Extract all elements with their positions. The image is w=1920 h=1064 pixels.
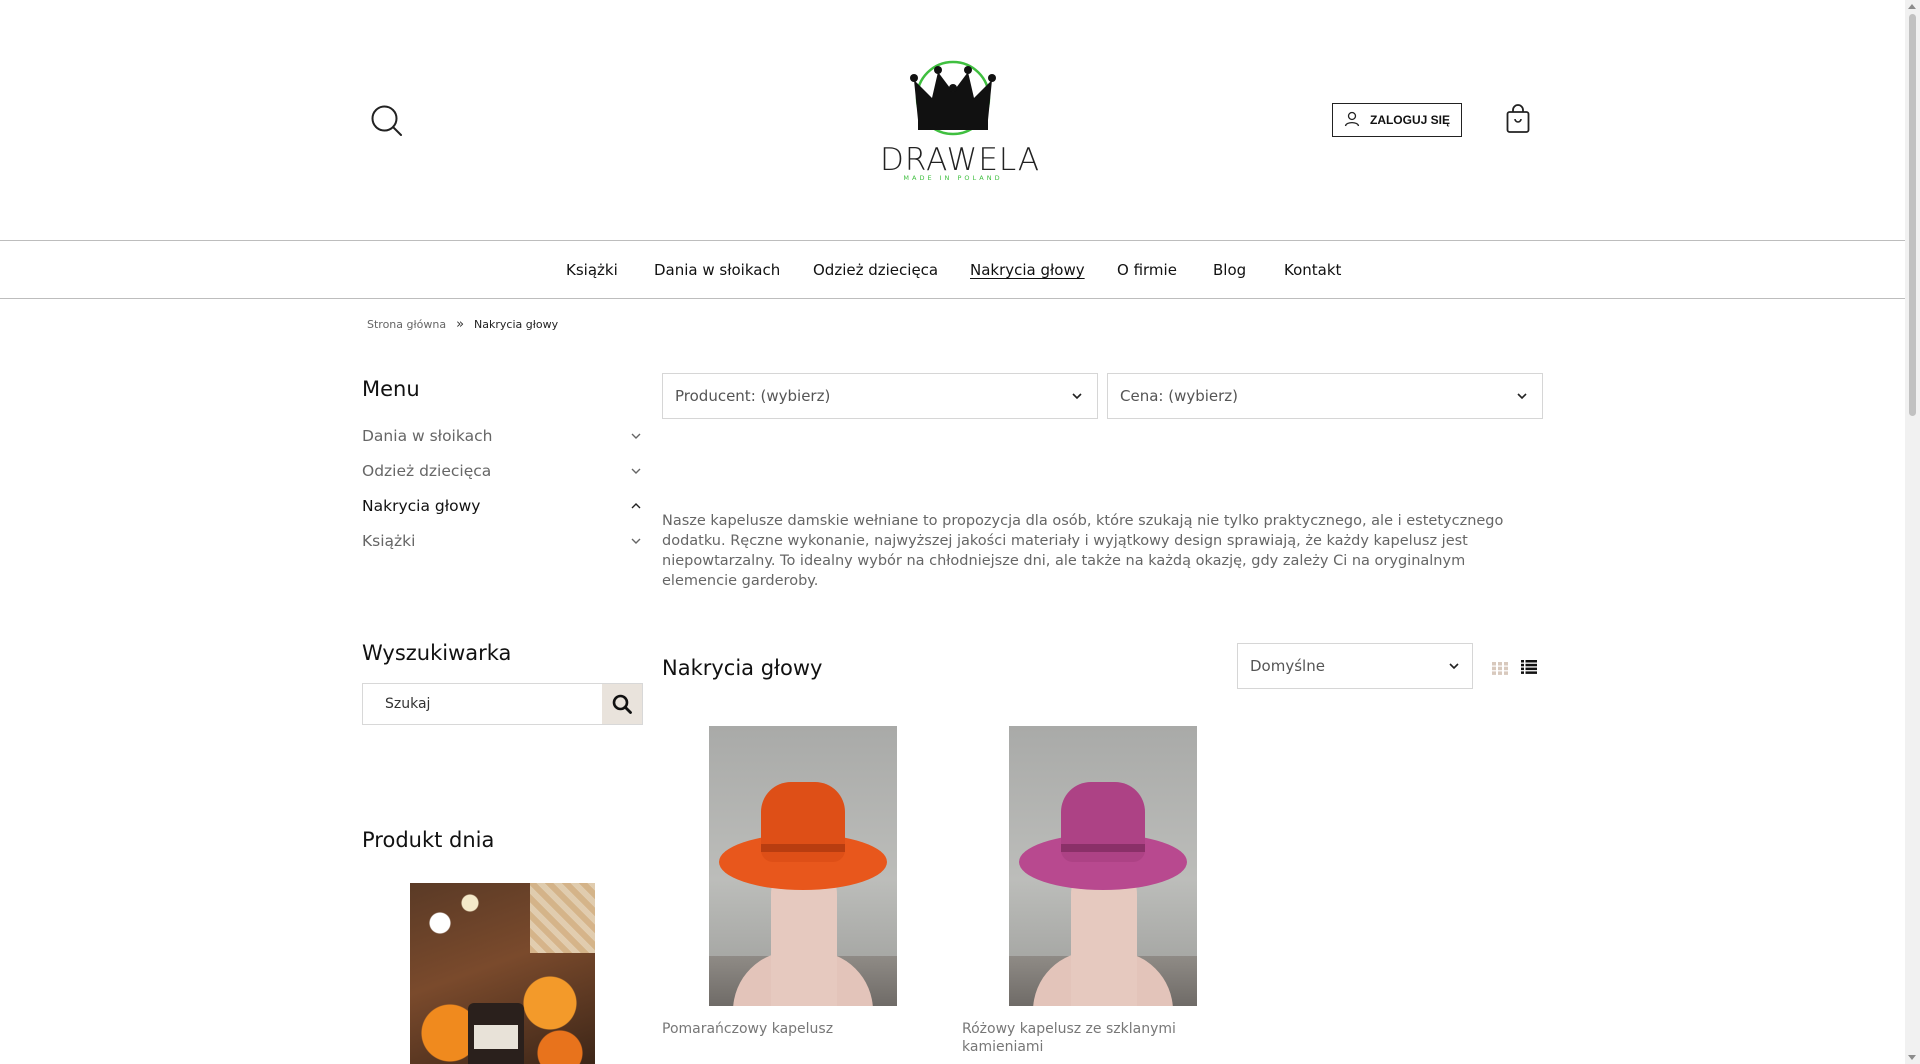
product-of-day-title: Produkt dnia <box>362 828 495 852</box>
logo-text: DRAWELA <box>880 142 1041 178</box>
listing-title: Nakrycia głowy <box>662 656 823 680</box>
sidebar-item-label: Książki <box>362 532 416 550</box>
chevron-up-icon[interactable] <box>630 500 642 512</box>
nav-item-kontakt[interactable]: Kontakt <box>1284 261 1341 279</box>
sidebar-item-label: Odzież dziecięca <box>362 462 492 480</box>
search-icon[interactable] <box>370 104 404 138</box>
producer-filter-select[interactable]: Producent: (wybierz) <box>662 373 1098 419</box>
nav-item-ksiazki[interactable]: Książki <box>566 261 618 279</box>
sidebar-search-title: Wyszukiwarka <box>362 641 512 665</box>
user-icon <box>1344 111 1360 130</box>
product-name[interactable]: Pomarańczowy kapelusz <box>662 1020 902 1038</box>
sidebar-item-odziez[interactable]: Odzież dziecięca <box>362 456 642 486</box>
logo-subtitle: MADE IN POLAND <box>903 174 1003 182</box>
main-nav: Książki Dania w słoikach Odzież dziecięc… <box>0 240 1905 299</box>
nav-item-dania[interactable]: Dania w słoikach <box>654 261 780 279</box>
breadcrumb-current: Nakrycia głowy <box>474 318 559 331</box>
scroll-down-arrow-icon[interactable] <box>1908 1055 1916 1060</box>
hat-band <box>1061 844 1145 852</box>
breadcrumb-separator: » <box>456 317 465 332</box>
page-scrollbar[interactable] <box>1905 0 1920 1064</box>
sidebar-item-nakrycia[interactable]: Nakrycia głowy <box>362 491 642 521</box>
nav-item-blog[interactable]: Blog <box>1213 261 1246 279</box>
image-jar <box>468 1003 524 1064</box>
crown-logo-icon <box>910 60 996 136</box>
chevron-down-icon[interactable] <box>630 430 642 442</box>
nav-item-odziez[interactable]: Odzież dziecięca <box>813 261 938 279</box>
product-name[interactable]: Różowy kapelusz ze szklanymi kamieniami <box>962 1020 1202 1056</box>
sidebar-item-label: Nakrycia głowy <box>362 497 481 515</box>
nav-item-o-firmie[interactable]: O firmie <box>1117 261 1177 279</box>
chevron-down-icon <box>1449 663 1459 670</box>
product-of-day-image[interactable] <box>410 883 595 1064</box>
product-image-pink-hat[interactable] <box>1009 726 1197 1006</box>
login-button[interactable]: ZALOGUJ SIĘ <box>1332 103 1462 137</box>
image-cloth <box>530 883 595 953</box>
sidebar-search <box>362 683 643 725</box>
category-description: Nasze kapelusze damskie wełniane to prop… <box>662 513 1504 589</box>
logo[interactable]: DRAWELA MADE IN POLAND <box>880 58 1041 184</box>
price-filter-select[interactable]: Cena: (wybierz) <box>1107 373 1543 419</box>
breadcrumb-home[interactable]: Strona główna <box>367 318 446 331</box>
login-label: ZALOGUJ SIĘ <box>1369 113 1450 127</box>
chevron-down-icon[interactable] <box>630 535 642 547</box>
shopping-bag-icon[interactable] <box>1506 104 1530 134</box>
sidebar-item-label: Dania w słoikach <box>362 427 493 445</box>
search-icon <box>612 694 632 714</box>
sort-select[interactable]: Domyślne <box>1237 643 1473 689</box>
hat-band <box>761 844 845 852</box>
sidebar-menu-title: Menu <box>362 377 420 401</box>
chevron-down-icon[interactable] <box>630 465 642 477</box>
chevron-down-icon <box>1072 393 1082 400</box>
sidebar-search-button[interactable] <box>602 684 642 724</box>
scroll-up-arrow-icon[interactable] <box>1908 4 1916 9</box>
nav-item-nakrycia[interactable]: Nakrycia głowy <box>970 261 1085 279</box>
price-filter-label: Cena: (wybierz) <box>1120 387 1239 405</box>
breadcrumb: Strona główna » Nakrycia głowy <box>367 317 558 332</box>
sidebar-search-input[interactable] <box>363 684 603 724</box>
list-view-icon[interactable] <box>1521 659 1537 674</box>
site-header: DRAWELA MADE IN POLAND ZALOGUJ SIĘ <box>0 0 1905 240</box>
grid-view-icon[interactable] <box>1492 660 1508 675</box>
sort-label: Domyślne <box>1250 657 1325 675</box>
product-image-orange-hat[interactable] <box>709 726 897 1006</box>
sidebar-item-dania[interactable]: Dania w słoikach <box>362 421 642 451</box>
scrollbar-thumb[interactable] <box>1909 14 1916 416</box>
producer-filter-label: Producent: (wybierz) <box>675 387 831 405</box>
chevron-down-icon <box>1517 393 1527 400</box>
sidebar-item-ksiazki[interactable]: Książki <box>362 526 642 556</box>
